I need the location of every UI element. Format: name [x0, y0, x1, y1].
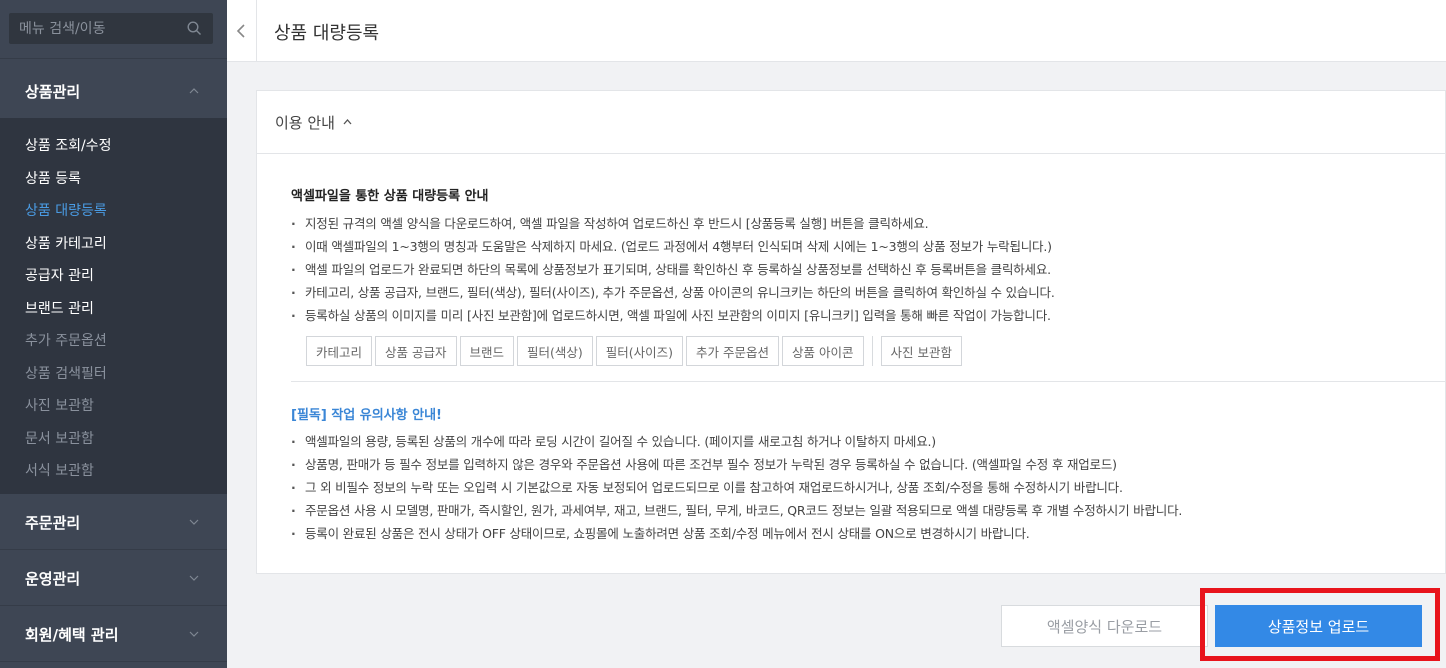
- supplier-key-button[interactable]: 상품 공급자: [375, 336, 457, 366]
- sidebar-item-form-storage[interactable]: 서식 보관함: [25, 460, 94, 480]
- sidebar-item-supplier[interactable]: 공급자 관리: [25, 265, 94, 285]
- sidebar-divider: [0, 58, 227, 59]
- unique-key-buttons: 카테고리 상품 공급자 브랜드 필터(색상) 필터(사이즈) 추가 주문옵션 상…: [306, 336, 965, 366]
- chevron-up-icon: [343, 118, 352, 124]
- excel-template-download-button[interactable]: 액셀양식 다운로드: [1001, 605, 1208, 647]
- sidebar-item-extra-option[interactable]: 추가 주문옵션: [25, 330, 107, 350]
- excel-guide-title: 액셀파일을 통한 상품 대량등록 안내: [291, 189, 489, 204]
- menu-search-input[interactable]: [9, 13, 213, 44]
- sidebar-section-member[interactable]: 회원/혜택 관리: [0, 609, 227, 659]
- usage-guide-label: 이용 안내: [275, 113, 335, 132]
- list-item: 이때 액셀파일의 1~3행의 명칭과 도움말은 삭제하지 마세요. (업로드 과…: [291, 235, 1441, 258]
- sidebar-item-photo-storage[interactable]: 사진 보관함: [25, 395, 94, 415]
- sidebar-divider: [0, 605, 227, 606]
- list-item: 등록하실 상품의 이미지를 미리 [사진 보관함]에 업로드하시면, 액셀 파일…: [291, 304, 1441, 327]
- list-item: 상품명, 판매가 등 필수 정보를 입력하지 않은 경우와 주문옵션 사용에 따…: [291, 453, 1441, 476]
- page-header: 상품 대량등록: [227, 0, 1446, 62]
- list-item: 지정된 규격의 액셀 양식을 다운로드하여, 액셀 파일을 작성하여 업로드하신…: [291, 212, 1441, 235]
- sidebar-section-label: 회원/혜택 관리: [25, 625, 119, 644]
- usage-guide-toggle[interactable]: 이용 안내: [257, 91, 1445, 154]
- page-title: 상품 대량등록: [274, 23, 380, 44]
- list-item: 액셀 파일의 업로드가 완료되면 하단의 목록에 상품정보가 표기되며, 상태를…: [291, 258, 1441, 281]
- sidebar-section-order[interactable]: 주문관리: [0, 497, 227, 547]
- sidebar: 상품관리 상품 조회/수정 상품 등록 상품 대량등록 상품 카테고리 공급자 …: [0, 0, 227, 668]
- brand-key-button[interactable]: 브랜드: [459, 336, 515, 366]
- size-filter-key-button[interactable]: 필터(사이즈): [595, 336, 684, 366]
- usage-guide-panel: 이용 안내 액셀파일을 통한 상품 대량등록 안내 지정된 규격의 액셀 양식을…: [256, 90, 1446, 574]
- search-icon[interactable]: [187, 21, 202, 36]
- sidebar-section-label: 운영관리: [25, 569, 81, 588]
- color-filter-key-button[interactable]: 필터(색상): [517, 336, 593, 366]
- chevron-down-icon: [189, 519, 199, 525]
- extra-option-key-button[interactable]: 추가 주문옵션: [686, 336, 780, 366]
- list-item: 주문옵션 사용 시 모델명, 판매가, 즉시할인, 원가, 과세여부, 재고, …: [291, 499, 1441, 522]
- sidebar-collapse-button[interactable]: [227, 0, 257, 62]
- product-submenu: 상품 조회/수정 상품 등록 상품 대량등록 상품 카테고리 공급자 관리 브랜…: [0, 118, 227, 494]
- sidebar-item-document-storage[interactable]: 문서 보관함: [25, 428, 94, 448]
- caution-notice-title: [필독] 작업 유의사항 안내!: [291, 408, 442, 423]
- chevron-up-icon: [189, 88, 199, 94]
- chevron-left-icon: [236, 24, 245, 38]
- list-item: 카테고리, 상품 공급자, 브랜드, 필터(색상), 필터(사이즈), 추가 주…: [291, 281, 1441, 304]
- sidebar-item-brand[interactable]: 브랜드 관리: [25, 298, 94, 318]
- sidebar-item-bulk-register[interactable]: 상품 대량등록: [25, 200, 107, 220]
- sidebar-divider: [0, 549, 227, 550]
- sidebar-divider: [0, 661, 227, 662]
- product-icon-key-button[interactable]: 상품 아이콘: [782, 336, 864, 366]
- chevron-down-icon: [189, 631, 199, 637]
- sidebar-section-product[interactable]: 상품관리: [0, 66, 227, 116]
- category-key-button[interactable]: 카테고리: [306, 336, 373, 366]
- menu-search: [9, 13, 213, 44]
- sidebar-item-search-filter[interactable]: 상품 검색필터: [25, 363, 107, 383]
- sidebar-section-operation[interactable]: 운영관리: [0, 553, 227, 603]
- product-info-upload-button[interactable]: 상품정보 업로드: [1215, 605, 1422, 647]
- photo-storage-button[interactable]: 사진 보관함: [880, 336, 962, 366]
- sidebar-item-product-edit[interactable]: 상품 조회/수정: [25, 135, 111, 155]
- sidebar-item-product-register[interactable]: 상품 등록: [25, 168, 81, 188]
- list-item: 액셀파일의 용량, 등록된 상품의 개수에 따라 로딩 시간이 길어질 수 있습…: [291, 430, 1441, 453]
- button-divider: [871, 336, 873, 366]
- sidebar-section-label: 주문관리: [25, 513, 81, 532]
- chevron-down-icon: [189, 575, 199, 581]
- list-item: 등록이 완료된 상품은 전시 상태가 OFF 상태이므로, 쇼핑몰에 노출하려면…: [291, 522, 1441, 545]
- sidebar-item-category[interactable]: 상품 카테고리: [25, 233, 107, 253]
- section-divider: [291, 381, 1446, 382]
- caution-notice-list: 액셀파일의 용량, 등록된 상품의 개수에 따라 로딩 시간이 길어질 수 있습…: [291, 430, 1441, 545]
- list-item: 그 외 비필수 정보의 누락 또는 오입력 시 기본값으로 자동 보정되어 업로…: [291, 476, 1441, 499]
- sidebar-section-label: 상품관리: [25, 82, 81, 101]
- excel-guide-list: 지정된 규격의 액셀 양식을 다운로드하여, 액셀 파일을 작성하여 업로드하신…: [291, 212, 1441, 327]
